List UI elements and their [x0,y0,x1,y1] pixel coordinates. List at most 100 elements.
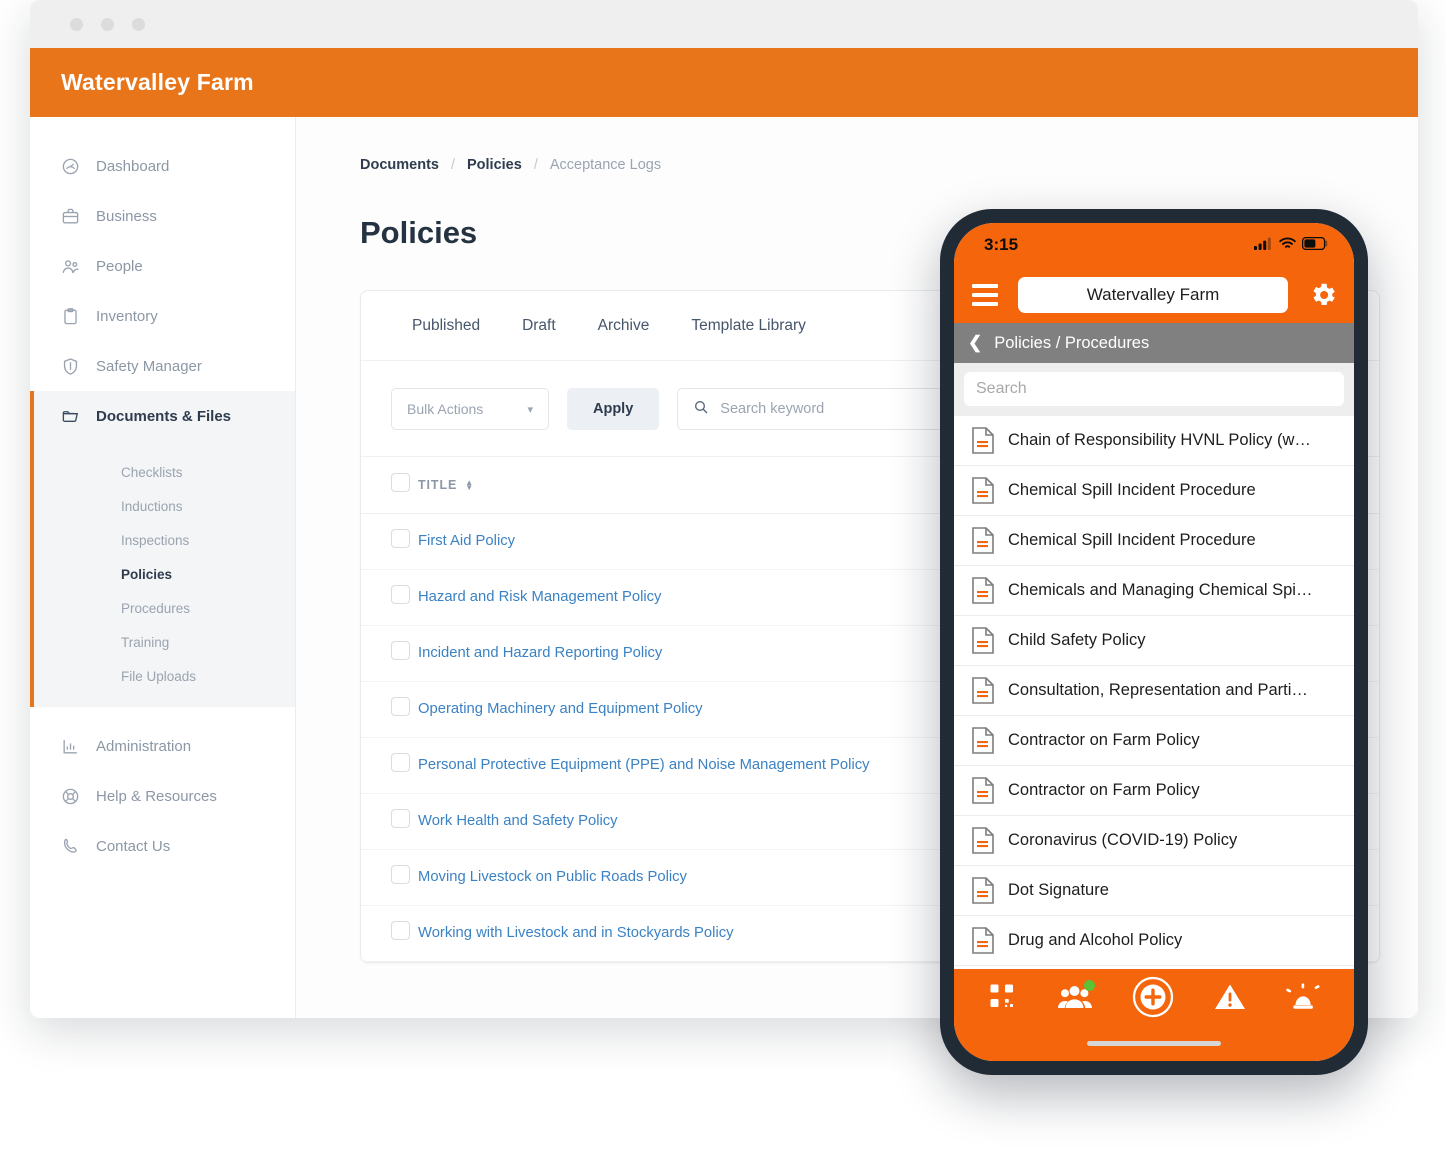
list-item-label: Coronavirus (COVID-19) Policy [1008,831,1238,849]
breadcrumb-item-documents[interactable]: Documents [360,157,439,173]
mobile-search-placeholder: Search [976,380,1027,397]
row-checkbox[interactable] [391,585,410,604]
apply-button[interactable]: Apply [567,388,660,430]
sidebar-item-administration[interactable]: Administration [30,721,295,771]
sidebar-subitem-inductions[interactable]: Inductions [34,489,295,523]
policy-link[interactable]: Working with Livestock and in Stockyards… [418,925,734,941]
sidebar-item-business[interactable]: Business [30,191,295,241]
policy-link[interactable]: Moving Livestock on Public Roads Policy [418,869,687,885]
row-select-cell [361,849,418,906]
qr-code-icon[interactable] [988,982,1018,1012]
sidebar-subitem-label: Policies [121,566,173,582]
sidebar-item-help-resources[interactable]: Help & Resources [30,771,295,821]
window-maximize-dot[interactable] [132,17,145,31]
sidebar-item-label: Business [96,207,157,225]
list-item[interactable]: Drug and Alcohol Policy [954,916,1354,966]
sidebar-item-documents-files[interactable]: Documents & Files [34,391,295,441]
list-item[interactable]: Dot Signature [954,866,1354,916]
sidebar-subitem-policies[interactable]: Policies [34,557,295,591]
list-item[interactable]: Chemical Spill Incident Procedure [954,516,1354,566]
list-item[interactable]: Contractor on Farm Policy [954,716,1354,766]
policy-link[interactable]: Personal Protective Equipment (PPE) and … [418,757,870,773]
list-item[interactable]: Chain of Responsibility HVNL Policy (w… [954,416,1354,466]
mobile-header: Watervalley Farm [954,267,1354,323]
sidebar-subitem-inspections[interactable]: Inspections [34,523,295,557]
document-icon [972,627,994,654]
tab-template-library[interactable]: Template Library [670,291,827,360]
sidebar-item-label: People [96,257,143,275]
back-chevron-icon[interactable]: ❮ [968,333,982,353]
sidebar-subitem-label: Training [121,634,170,650]
list-item-label: Contractor on Farm Policy [1008,731,1200,749]
hamburger-menu-icon[interactable] [972,284,998,306]
sidebar-subitem-checklists[interactable]: Checklists [34,455,295,489]
row-checkbox[interactable] [391,921,410,940]
sidebar-item-people[interactable]: People [30,241,295,291]
status-bar: 3:15 [954,223,1354,267]
sidebar-subitem-training[interactable]: Training [34,625,295,659]
people-group-icon[interactable] [1058,980,1095,1012]
row-checkbox[interactable] [391,529,410,548]
tab-draft[interactable]: Draft [501,291,577,360]
list-item[interactable]: Child Safety Policy [954,616,1354,666]
sidebar-subitem-procedures[interactable]: Procedures [34,591,295,625]
sidebar-subitem-file-uploads[interactable]: File Uploads [34,659,295,693]
list-item[interactable]: Chemicals and Managing Chemical Spi… [954,566,1354,616]
sidebar-group-documents-files: Documents & Files Checklists Inductions … [30,391,295,707]
chevron-down-icon: ▾ [527,403,533,416]
row-checkbox[interactable] [391,641,410,660]
policy-link[interactable]: Work Health and Safety Policy [418,813,618,829]
policy-link[interactable]: Incident and Hazard Reporting Policy [418,645,662,661]
row-select-cell [361,569,418,626]
list-item[interactable]: Chemical Spill Incident Procedure [954,466,1354,516]
row-select-cell [361,625,418,682]
dashboard-icon [61,157,80,176]
bulk-actions-label: Bulk Actions [407,401,484,417]
sidebar-item-label: Safety Manager [96,357,202,375]
row-select-cell [361,793,418,850]
tab-archive[interactable]: Archive [577,291,671,360]
select-all-cell [361,457,418,514]
sort-toggle-icon[interactable]: ▲ ▼ [465,478,474,491]
list-item[interactable]: Consultation, Representation and Parti… [954,666,1354,716]
document-list[interactable]: Chain of Responsibility HVNL Policy (w… … [954,416,1354,969]
window-close-dot[interactable] [70,17,83,31]
select-all-checkbox[interactable] [391,472,410,492]
shield-icon [61,357,80,376]
sidebar-item-contact-us[interactable]: Contact Us [30,821,295,871]
chart-bar-icon [61,737,80,756]
list-item-label: Chemicals and Managing Chemical Spi… [1008,581,1313,599]
sidebar-item-label: Dashboard [96,157,170,175]
briefcase-icon [61,207,80,226]
mobile-subbar: ❮ Policies / Procedures [954,323,1354,363]
row-checkbox[interactable] [391,753,410,772]
row-select-cell [361,513,418,570]
folder-icon [61,407,80,426]
plus-circle-icon[interactable] [1132,976,1174,1018]
row-checkbox[interactable] [391,697,410,716]
policy-link[interactable]: Operating Machinery and Equipment Policy [418,701,703,717]
list-item[interactable]: Coronavirus (COVID-19) Policy [954,816,1354,866]
warning-triangle-icon[interactable] [1214,982,1246,1012]
gear-icon[interactable] [1308,280,1338,310]
list-item[interactable]: Contractor on Farm Policy [954,766,1354,816]
row-checkbox[interactable] [391,809,410,828]
window-minimize-dot[interactable] [101,17,114,31]
org-selector[interactable]: Watervalley Farm [1018,277,1288,313]
document-icon [972,777,994,804]
policy-link[interactable]: First Aid Policy [418,533,515,549]
tab-published[interactable]: Published [391,291,501,360]
sidebar-item-dashboard[interactable]: Dashboard [30,141,295,191]
mobile-search-input[interactable]: Search [964,372,1344,406]
row-select-cell [361,905,418,962]
siren-alarm-icon[interactable] [1286,982,1320,1012]
sidebar-item-inventory[interactable]: Inventory [30,291,295,341]
breadcrumb-item-policies[interactable]: Policies [467,157,522,173]
list-item-label: Consultation, Representation and Parti… [1008,681,1308,699]
sidebar-item-safety-manager[interactable]: Safety Manager [30,341,295,391]
row-checkbox[interactable] [391,865,410,884]
document-icon [972,827,994,854]
policy-link[interactable]: Hazard and Risk Management Policy [418,589,661,605]
bulk-actions-select[interactable]: Bulk Actions ▾ [391,388,549,430]
breadcrumb-item-acceptance-logs[interactable]: Acceptance Logs [550,157,661,173]
